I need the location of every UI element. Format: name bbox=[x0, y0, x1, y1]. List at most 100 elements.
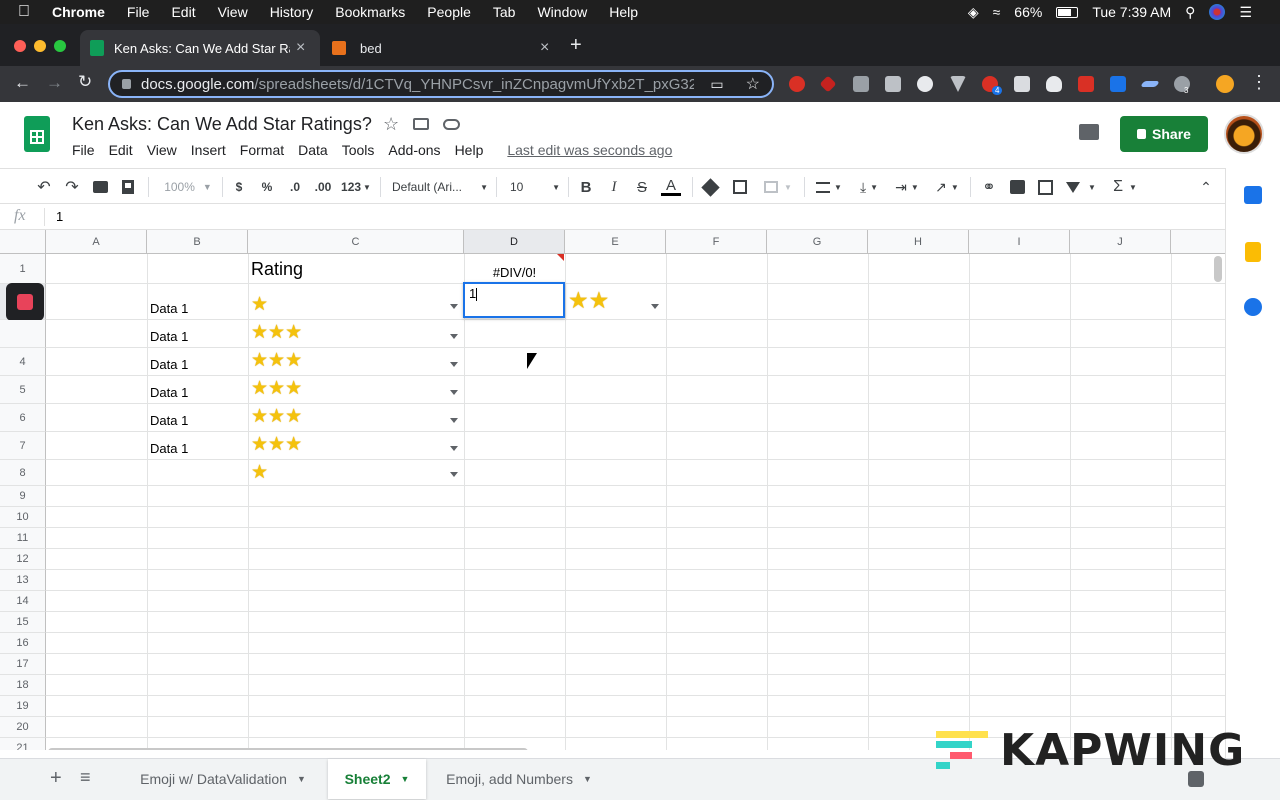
row-header-6[interactable]: 6 bbox=[0, 404, 46, 432]
browser-tab-bed[interactable]: bed × bbox=[322, 30, 558, 66]
column-header-d[interactable]: D bbox=[464, 230, 565, 254]
avatar[interactable] bbox=[1224, 114, 1264, 154]
docs-menu-data[interactable]: Data bbox=[298, 142, 328, 158]
sheet-menu-icon[interactable]: ▼ bbox=[401, 774, 410, 784]
menu-bookmarks[interactable]: Bookmarks bbox=[335, 4, 405, 20]
extension-tb-icon[interactable] bbox=[1078, 76, 1094, 92]
percent-format-button[interactable]: % bbox=[258, 169, 276, 205]
clock[interactable]: Tue 7:39 AM bbox=[1092, 4, 1171, 20]
address-bar[interactable]: docs.google.com /spreadsheets/d/1CTVq_YH… bbox=[108, 70, 774, 98]
cell-b5[interactable]: Data 1 bbox=[150, 378, 188, 406]
borders-icon[interactable] bbox=[730, 169, 750, 205]
sheet-menu-icon[interactable]: ▼ bbox=[583, 774, 592, 784]
print-icon[interactable] bbox=[90, 169, 110, 205]
insert-link-icon[interactable]: ⚭ bbox=[978, 169, 1000, 205]
row-header-3[interactable] bbox=[0, 320, 46, 348]
bookmark-star-icon[interactable]: ☆ bbox=[746, 74, 760, 94]
cell-c7-stars[interactable]: ★ ★ ★ bbox=[251, 432, 302, 456]
window-close-button[interactable] bbox=[14, 40, 26, 52]
fill-color-icon[interactable] bbox=[700, 169, 720, 205]
last-edit-link[interactable]: Last edit was seconds ago bbox=[507, 142, 672, 158]
menu-history[interactable]: History bbox=[270, 4, 314, 20]
dropdown-arrow-icon[interactable] bbox=[450, 418, 458, 423]
strikethrough-button[interactable]: S bbox=[634, 169, 650, 205]
row-header-9[interactable]: 9 bbox=[0, 486, 46, 507]
menu-view[interactable]: View bbox=[218, 4, 248, 20]
extension-v-icon[interactable] bbox=[950, 76, 966, 92]
sheet-tab-emoji-add-numbers[interactable]: Emoji, add Numbers ▼ bbox=[426, 759, 612, 799]
extension-red-icon[interactable] bbox=[819, 75, 837, 93]
docs-menu-tools[interactable]: Tools bbox=[342, 142, 375, 158]
select-all-corner[interactable] bbox=[0, 230, 46, 254]
comments-icon[interactable] bbox=[1079, 124, 1099, 140]
docs-menu-format[interactable]: Format bbox=[240, 142, 284, 158]
dropdown-arrow-icon[interactable] bbox=[450, 390, 458, 395]
window-zoom-button[interactable] bbox=[54, 40, 66, 52]
docs-menu-view[interactable]: View bbox=[147, 142, 177, 158]
cloud-saved-icon[interactable] bbox=[443, 119, 460, 130]
row-header-18[interactable]: 18 bbox=[0, 675, 46, 696]
cell-c1-rating-header[interactable]: Rating bbox=[251, 254, 303, 284]
docs-menu-insert[interactable]: Insert bbox=[191, 142, 226, 158]
extension-blue-icon[interactable] bbox=[1110, 76, 1126, 92]
sheet-menu-icon[interactable]: ▼ bbox=[297, 774, 306, 784]
control-center-icon[interactable]: ☰ bbox=[1239, 4, 1252, 21]
italic-button[interactable]: I bbox=[606, 169, 622, 205]
cell-b3[interactable]: Data 1 bbox=[150, 322, 188, 350]
column-header-h[interactable]: H bbox=[868, 230, 969, 254]
docs-menu-file[interactable]: File bbox=[72, 142, 95, 158]
tasks-icon[interactable] bbox=[1244, 298, 1262, 316]
new-tab-button[interactable]: + bbox=[570, 34, 582, 57]
font-size-select[interactable]: 10 ▼ bbox=[506, 169, 560, 205]
cast-icon[interactable]: ▭ bbox=[710, 76, 723, 93]
back-icon[interactable]: ← bbox=[14, 73, 31, 93]
spotlight-search-icon[interactable]: ⚲ bbox=[1185, 4, 1195, 21]
text-color-button[interactable]: A bbox=[660, 169, 682, 205]
reload-icon[interactable]: ↻ bbox=[78, 72, 92, 92]
cell-b4[interactable]: Data 1 bbox=[150, 350, 188, 378]
horizontal-align-icon[interactable]: ▼ bbox=[812, 169, 846, 205]
cell-c4-stars[interactable]: ★ ★ ★ bbox=[251, 348, 302, 372]
sheet-tab-emoji-datavalidation[interactable]: Emoji w/ DataValidation ▼ bbox=[118, 759, 328, 799]
menu-help[interactable]: Help bbox=[609, 4, 638, 20]
functions-icon[interactable]: Σ ▼ bbox=[1108, 169, 1142, 205]
cell-c5-stars[interactable]: ★ ★ ★ bbox=[251, 376, 302, 400]
filter-icon[interactable]: ▼ bbox=[1062, 169, 1100, 205]
column-header-e[interactable]: E bbox=[565, 230, 666, 254]
row-header-15[interactable]: 15 bbox=[0, 612, 46, 633]
redo-icon[interactable]: ↷ bbox=[62, 169, 82, 205]
meet-camera-icon[interactable] bbox=[5, 282, 44, 321]
cell-c8-stars[interactable]: ★ bbox=[251, 460, 268, 484]
column-header-k[interactable] bbox=[1171, 230, 1225, 254]
row-header-7[interactable]: 7 bbox=[0, 432, 46, 460]
decrease-decimal-button[interactable]: .0 bbox=[284, 169, 306, 205]
text-rotation-icon[interactable]: ↗ ▼ bbox=[930, 169, 964, 205]
row-header-19[interactable]: 19 bbox=[0, 696, 46, 717]
cell-c3-stars[interactable]: ★ ★ ★ bbox=[251, 320, 302, 344]
undo-icon[interactable]: ↶ bbox=[34, 169, 54, 205]
chrome-menu-icon[interactable]: ⋮ bbox=[1250, 72, 1268, 93]
horizontal-scrollbar[interactable] bbox=[48, 748, 528, 750]
cell-d1-error[interactable]: #DIV/0! bbox=[466, 260, 563, 284]
apple-icon[interactable]:  bbox=[18, 3, 30, 21]
row-header-16[interactable]: 16 bbox=[0, 633, 46, 654]
row-header-5[interactable]: 5 bbox=[0, 376, 46, 404]
vertical-scrollbar[interactable] bbox=[1214, 256, 1222, 282]
battery-icon[interactable] bbox=[1056, 6, 1079, 18]
row-header-20[interactable]: 20 bbox=[0, 717, 46, 738]
docs-menu-edit[interactable]: Edit bbox=[109, 142, 133, 158]
cell-d2-editor[interactable]: 1 bbox=[463, 282, 565, 318]
extension-grey-icon[interactable] bbox=[1014, 76, 1030, 92]
document-title[interactable]: Ken Asks: Can We Add Star Ratings? bbox=[72, 114, 372, 135]
currency-format-button[interactable]: $ bbox=[230, 169, 248, 205]
dropdown-arrow-icon[interactable] bbox=[450, 472, 458, 477]
cell-b7[interactable]: Data 1 bbox=[150, 434, 188, 462]
menu-file[interactable]: File bbox=[127, 4, 150, 20]
docs-menu-addons[interactable]: Add-ons bbox=[388, 142, 440, 158]
collapse-toolbar-icon[interactable]: ⌃ bbox=[1196, 169, 1216, 205]
cell-c2-stars[interactable]: ★ bbox=[251, 292, 268, 316]
menu-window[interactable]: Window bbox=[537, 4, 587, 20]
insert-comment-icon[interactable] bbox=[1007, 169, 1027, 205]
dropdown-arrow-icon[interactable] bbox=[450, 304, 458, 309]
extension-flame-icon[interactable] bbox=[1046, 76, 1062, 92]
